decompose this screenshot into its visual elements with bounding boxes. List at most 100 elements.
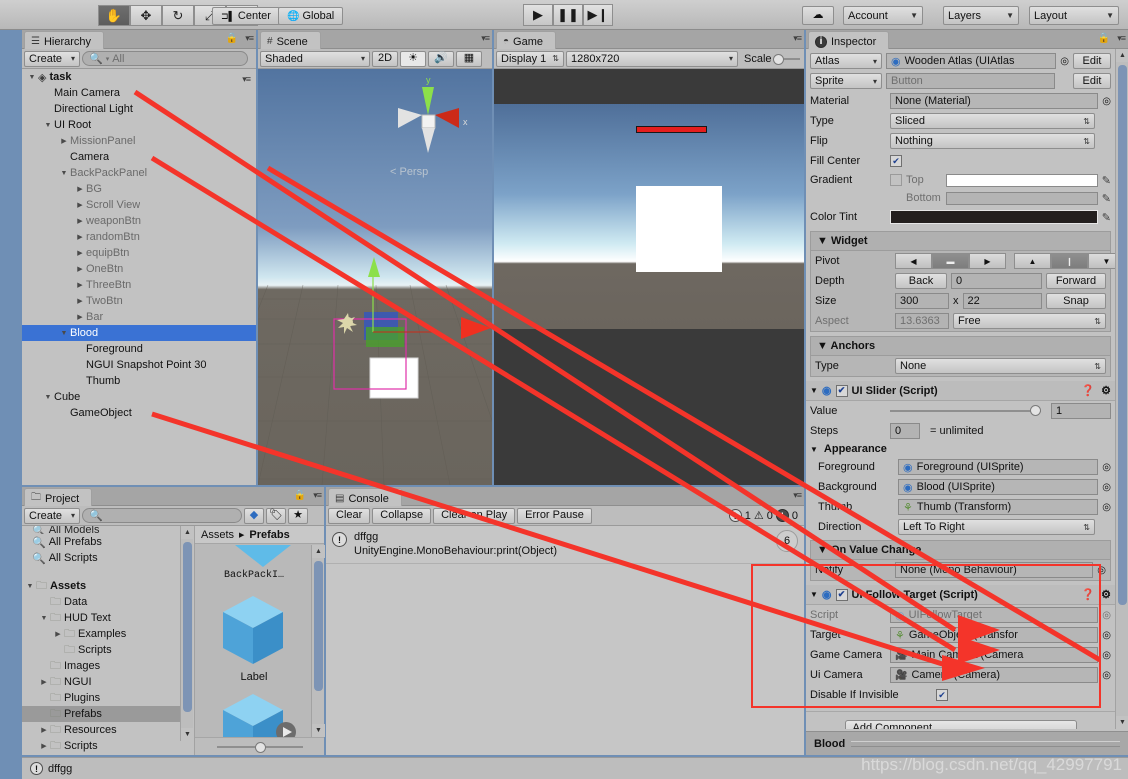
project-search-input[interactable]: 🔍 bbox=[82, 508, 242, 523]
foldout-closed-icon[interactable]: ▶ bbox=[74, 281, 86, 289]
asset-prefab-icon[interactable] bbox=[195, 592, 310, 672]
add-component-button[interactable]: Add Component bbox=[844, 720, 1077, 729]
scene-options-icon[interactable]: ▾≡ bbox=[481, 33, 490, 44]
hierarchy-item-thumb[interactable]: ▪Thumb bbox=[22, 373, 256, 389]
panel-options-icon[interactable]: ▾≡ bbox=[793, 490, 802, 501]
disable-if-invisible-checkbox[interactable]: ✔ bbox=[936, 689, 948, 701]
depth-forward-button[interactable]: Forward bbox=[1046, 273, 1106, 289]
help-icon[interactable]: ❓ bbox=[1081, 588, 1095, 601]
notify-object-field[interactable]: None (Mono Behaviour) bbox=[895, 562, 1094, 578]
tab-inspector[interactable]: i Inspector bbox=[808, 31, 890, 49]
flip-dropdown[interactable]: Nothing ⇅ bbox=[890, 133, 1095, 149]
layout-dropdown[interactable]: Layout ▼ bbox=[1029, 6, 1119, 25]
hierarchy-item-ngui-snapshot-point-30[interactable]: ▪NGUI Snapshot Point 30 bbox=[22, 357, 256, 373]
object-picker-icon[interactable]: ◎ bbox=[1097, 565, 1106, 576]
game-resolution-dropdown[interactable]: 1280x720 ▾ bbox=[566, 50, 738, 67]
tab-game[interactable]: ◓ Game bbox=[496, 31, 557, 49]
scroll-up-icon[interactable]: ▲ bbox=[1116, 49, 1128, 62]
eyedropper-icon[interactable]: ✎ bbox=[1102, 211, 1111, 224]
console-clear-button[interactable]: Clear bbox=[328, 507, 371, 524]
inspector-scrollbar[interactable]: ▲ ▼ bbox=[1115, 49, 1128, 729]
hierarchy-item-main-camera[interactable]: ▪Main Camera bbox=[22, 85, 256, 101]
ui-camera-object-field[interactable]: 🎥 Camera (Camera) bbox=[890, 667, 1099, 683]
foldout-closed-icon[interactable]: ▶ bbox=[74, 249, 86, 257]
project-create-button[interactable]: Create ▾ bbox=[24, 507, 80, 524]
hierarchy-item-backpackpanel[interactable]: ▼ BackPackPanel bbox=[22, 165, 256, 181]
hierarchy-item-twobtn[interactable]: ▶ TwoBtn bbox=[22, 293, 256, 309]
pivot-horizontal-group[interactable]: ◀ ▬ ▶ bbox=[895, 253, 1006, 269]
project-favorite-all-scripts[interactable]: 🔍 All Scripts bbox=[22, 550, 180, 566]
gradient-bottom-color-field[interactable] bbox=[946, 191, 1098, 205]
console-collapse-toggle[interactable]: Collapse bbox=[372, 507, 432, 524]
foldout-closed-icon[interactable]: ▶ bbox=[74, 313, 86, 321]
size-y-field[interactable]: 22 bbox=[962, 293, 1042, 309]
atlas-edit-button[interactable]: Edit bbox=[1073, 53, 1111, 69]
lock-icon[interactable]: 🔒 bbox=[226, 33, 238, 44]
play-button[interactable]: ▶ bbox=[523, 4, 553, 26]
gradient-top-color-field[interactable] bbox=[946, 173, 1098, 187]
hierarchy-item-threebtn[interactable]: ▶ ThreeBtn bbox=[22, 277, 256, 293]
depth-value-field[interactable]: 0 bbox=[951, 273, 1042, 289]
size-snap-button[interactable]: Snap bbox=[1046, 293, 1106, 309]
project-folder-data[interactable]: ▪🗀Data bbox=[22, 594, 180, 610]
project-folder-resources[interactable]: ▶ 🗀 Resources bbox=[22, 722, 180, 738]
project-folder-assets[interactable]: ▼ 🗀 Assets bbox=[22, 578, 180, 594]
project-asset-pane[interactable]: Assets ▶ Prefabs BackPackI… Label ▲ ▼ bbox=[194, 526, 325, 755]
tab-project[interactable]: 🗀 Project bbox=[24, 488, 93, 506]
game-options-icon[interactable]: ▾≡ bbox=[793, 33, 802, 44]
hierarchy-item-bar[interactable]: ▶ Bar bbox=[22, 309, 256, 325]
console-log-list[interactable]: ! dffgg UnityEngine.MonoBehaviour:print(… bbox=[326, 526, 804, 755]
game-display-dropdown[interactable]: Display 1 ⇅ bbox=[496, 50, 564, 67]
center-pivot-button[interactable]: ⊐▌ Center bbox=[212, 7, 280, 25]
help-icon[interactable]: ❓ bbox=[1081, 384, 1095, 397]
scroll-down-icon[interactable]: ▼ bbox=[181, 728, 194, 741]
object-picker-icon[interactable]: ◎ bbox=[1102, 630, 1111, 641]
hierarchy-scene-options-icon[interactable]: ▾≡ bbox=[242, 74, 251, 85]
lock-icon[interactable]: 🔒 bbox=[294, 490, 306, 501]
panel-options-icon[interactable]: ▾≡ bbox=[1117, 33, 1126, 44]
scene-2d-toggle[interactable]: 2D bbox=[372, 50, 398, 67]
project-folder-examples[interactable]: ▶ 🗀 Examples bbox=[22, 626, 180, 642]
hierarchy-item-gameobject[interactable]: ▪GameObject bbox=[22, 405, 256, 421]
scene-lighting-toggle[interactable]: ☀ bbox=[400, 50, 426, 67]
hand-tool-button[interactable]: ✋ bbox=[98, 5, 130, 26]
scroll-up-icon[interactable]: ▲ bbox=[181, 526, 194, 539]
pivot-right-button[interactable]: ▶ bbox=[969, 253, 1006, 269]
foldout-closed-icon[interactable]: ▶ bbox=[74, 265, 86, 273]
foldout-open-icon[interactable]: ▼ bbox=[42, 122, 54, 129]
console-log-entry[interactable]: ! dffgg UnityEngine.MonoBehaviour:print(… bbox=[326, 526, 804, 564]
asset-pane-scrollbar[interactable]: ▲ ▼ bbox=[311, 545, 325, 737]
object-picker-icon[interactable]: ◎ bbox=[1102, 482, 1111, 493]
eyedropper-icon[interactable]: ✎ bbox=[1102, 174, 1111, 187]
console-error-pause-toggle[interactable]: Error Pause bbox=[517, 507, 592, 524]
project-folder-hud-text[interactable]: ▼ 🗀 HUD Text bbox=[22, 610, 180, 626]
foldout-open-icon[interactable]: ▼ bbox=[38, 615, 50, 622]
rotate-tool-button[interactable]: ↻ bbox=[162, 5, 194, 26]
type-dropdown[interactable]: Sliced ⇅ bbox=[890, 113, 1095, 129]
scene-shading-dropdown[interactable]: Shaded ▾ bbox=[260, 50, 370, 67]
hierarchy-item-blood[interactable]: ▼ Blood bbox=[22, 325, 256, 341]
step-button[interactable]: ▶❙ bbox=[583, 4, 613, 26]
atlas-dropdown[interactable]: Atlas ▾ bbox=[810, 53, 882, 69]
hierarchy-item-scroll-view[interactable]: ▶ Scroll View bbox=[22, 197, 256, 213]
scene-audio-toggle[interactable]: 🔊 bbox=[428, 50, 454, 67]
hierarchy-item-ui-root[interactable]: ▼ UI Root bbox=[22, 117, 256, 133]
scene-viewport[interactable]: y x < Persp bbox=[258, 69, 492, 485]
ui-follow-target-enabled-checkbox[interactable]: ✔ bbox=[835, 588, 848, 601]
foldout-closed-icon[interactable]: ▶ bbox=[38, 678, 50, 686]
scroll-up-icon[interactable]: ▲ bbox=[312, 545, 325, 558]
atlas-object-field[interactable]: ◉ Wooden Atlas (UIAtlas bbox=[886, 53, 1057, 69]
panel-options-icon[interactable]: ▾≡ bbox=[313, 490, 322, 501]
on-value-change-header[interactable]: ▼ On Value Change bbox=[811, 541, 1110, 560]
appearance-foldout[interactable]: ▼ Appearance bbox=[806, 441, 1115, 457]
foldout-closed-icon[interactable]: ▶ bbox=[52, 630, 64, 638]
hierarchy-item-foreground[interactable]: ▪Foreground bbox=[22, 341, 256, 357]
material-object-field[interactable]: None (Material) bbox=[890, 93, 1099, 109]
foreground-object-field[interactable]: ◉ Foreground (UISprite) bbox=[898, 459, 1099, 475]
project-folder-scripts[interactable]: ▪🗀Scripts bbox=[22, 642, 180, 658]
hierarchy-item-onebtn[interactable]: ▶ OneBtn bbox=[22, 261, 256, 277]
gear-icon[interactable]: ⚙ bbox=[1101, 588, 1111, 601]
pivot-center-v-button[interactable]: ❙ bbox=[1051, 253, 1088, 269]
account-dropdown[interactable]: Account ▼ bbox=[843, 6, 923, 25]
sprite-name-field[interactable]: Button bbox=[886, 73, 1055, 89]
